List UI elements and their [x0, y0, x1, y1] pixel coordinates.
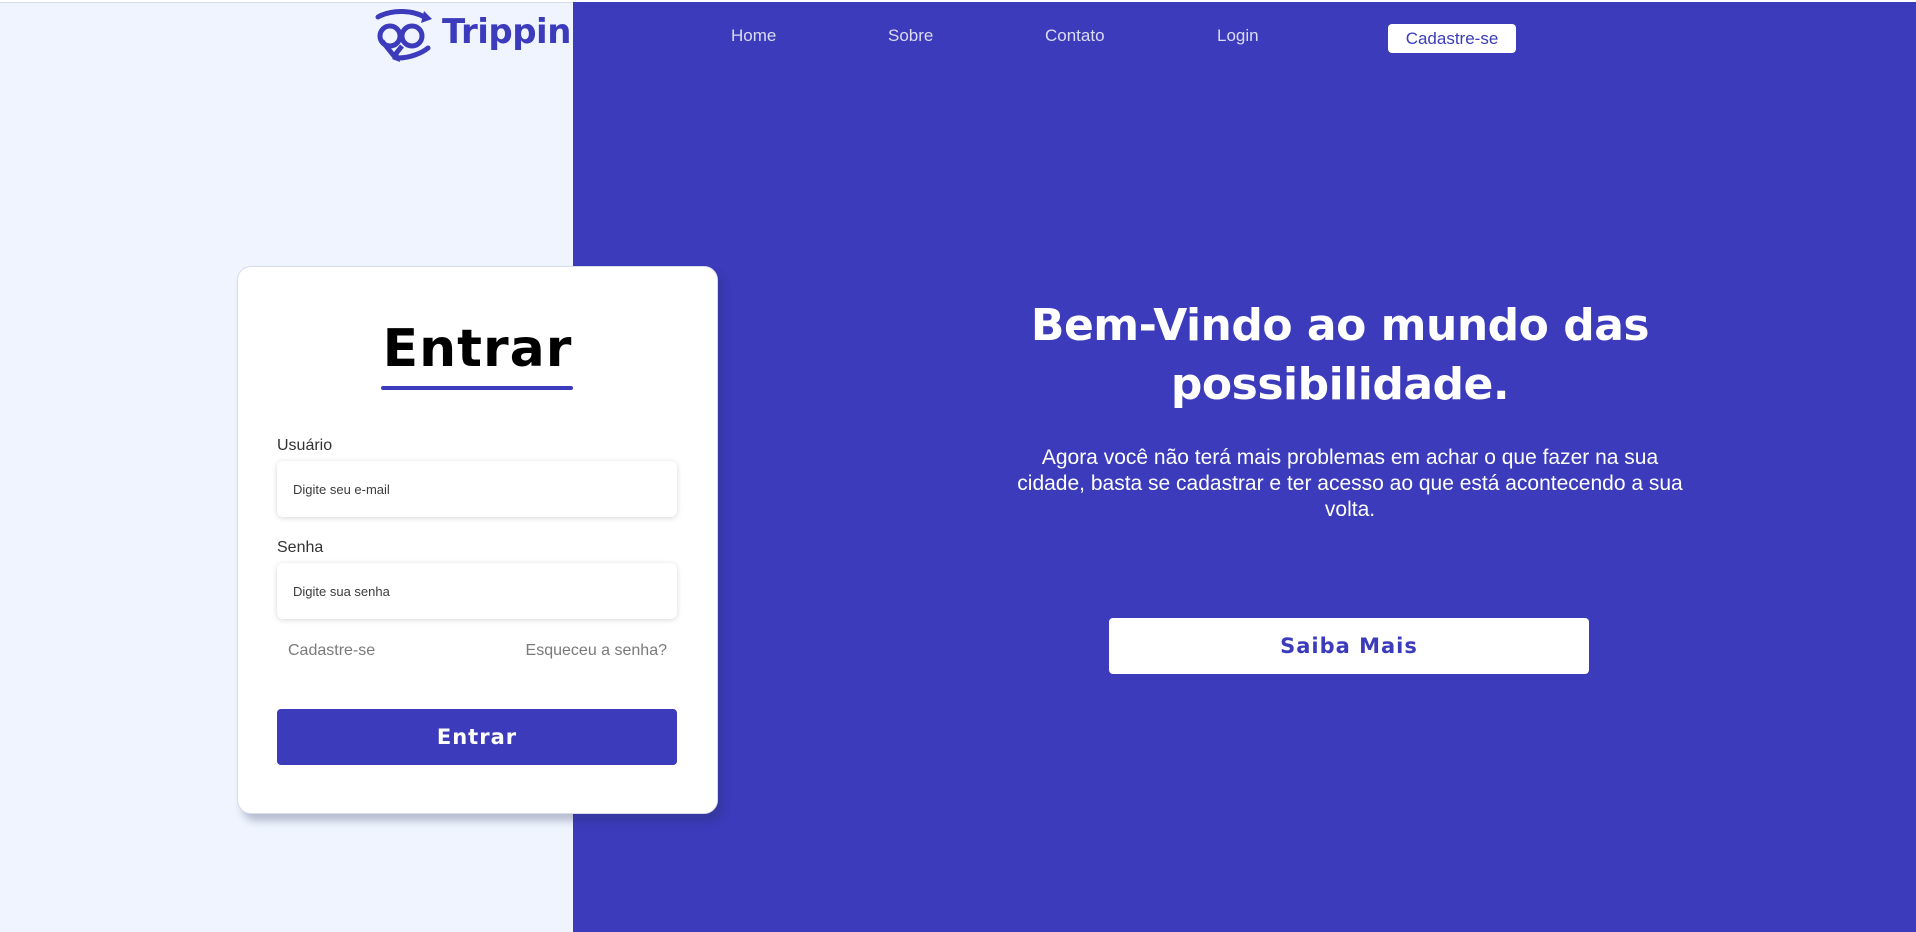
nav-contato-link[interactable]: Contato — [1045, 26, 1105, 46]
learn-more-button[interactable]: Saiba Mais — [1109, 618, 1589, 674]
hero-title: Bem-Vindo ao mundo das possibilidade. — [1030, 300, 1650, 410]
nav-sobre-link[interactable]: Sobre — [888, 26, 933, 46]
brand-logo[interactable]: Trippin — [368, 8, 571, 62]
login-submit-button[interactable]: Entrar — [277, 709, 677, 765]
username-label: Usuário — [277, 437, 333, 454]
email-field[interactable] — [277, 461, 677, 517]
password-label: Senha — [277, 539, 324, 556]
hero-subtitle: Agora você não terá mais problemas em ac… — [1017, 446, 1683, 521]
page: Trippin Home Sobre Contato Login Cadastr… — [0, 0, 1916, 932]
title-underline — [381, 386, 573, 390]
login-title: Entrar — [382, 319, 573, 379]
brand-name: Trippin — [442, 12, 571, 52]
nav-signup-button[interactable]: Cadastre-se — [1388, 24, 1516, 53]
forgot-password-link[interactable]: Esqueceu a senha? — [526, 642, 667, 660]
nav-login-link[interactable]: Login — [1217, 26, 1259, 46]
login-card: Entrar Usuário Senha Cadastre-se Esquece… — [237, 266, 718, 814]
nav-home-link[interactable]: Home — [731, 26, 776, 46]
signup-link[interactable]: Cadastre-se — [288, 642, 375, 660]
password-field[interactable] — [277, 563, 677, 619]
binoculars-arrows-icon — [375, 9, 432, 62]
